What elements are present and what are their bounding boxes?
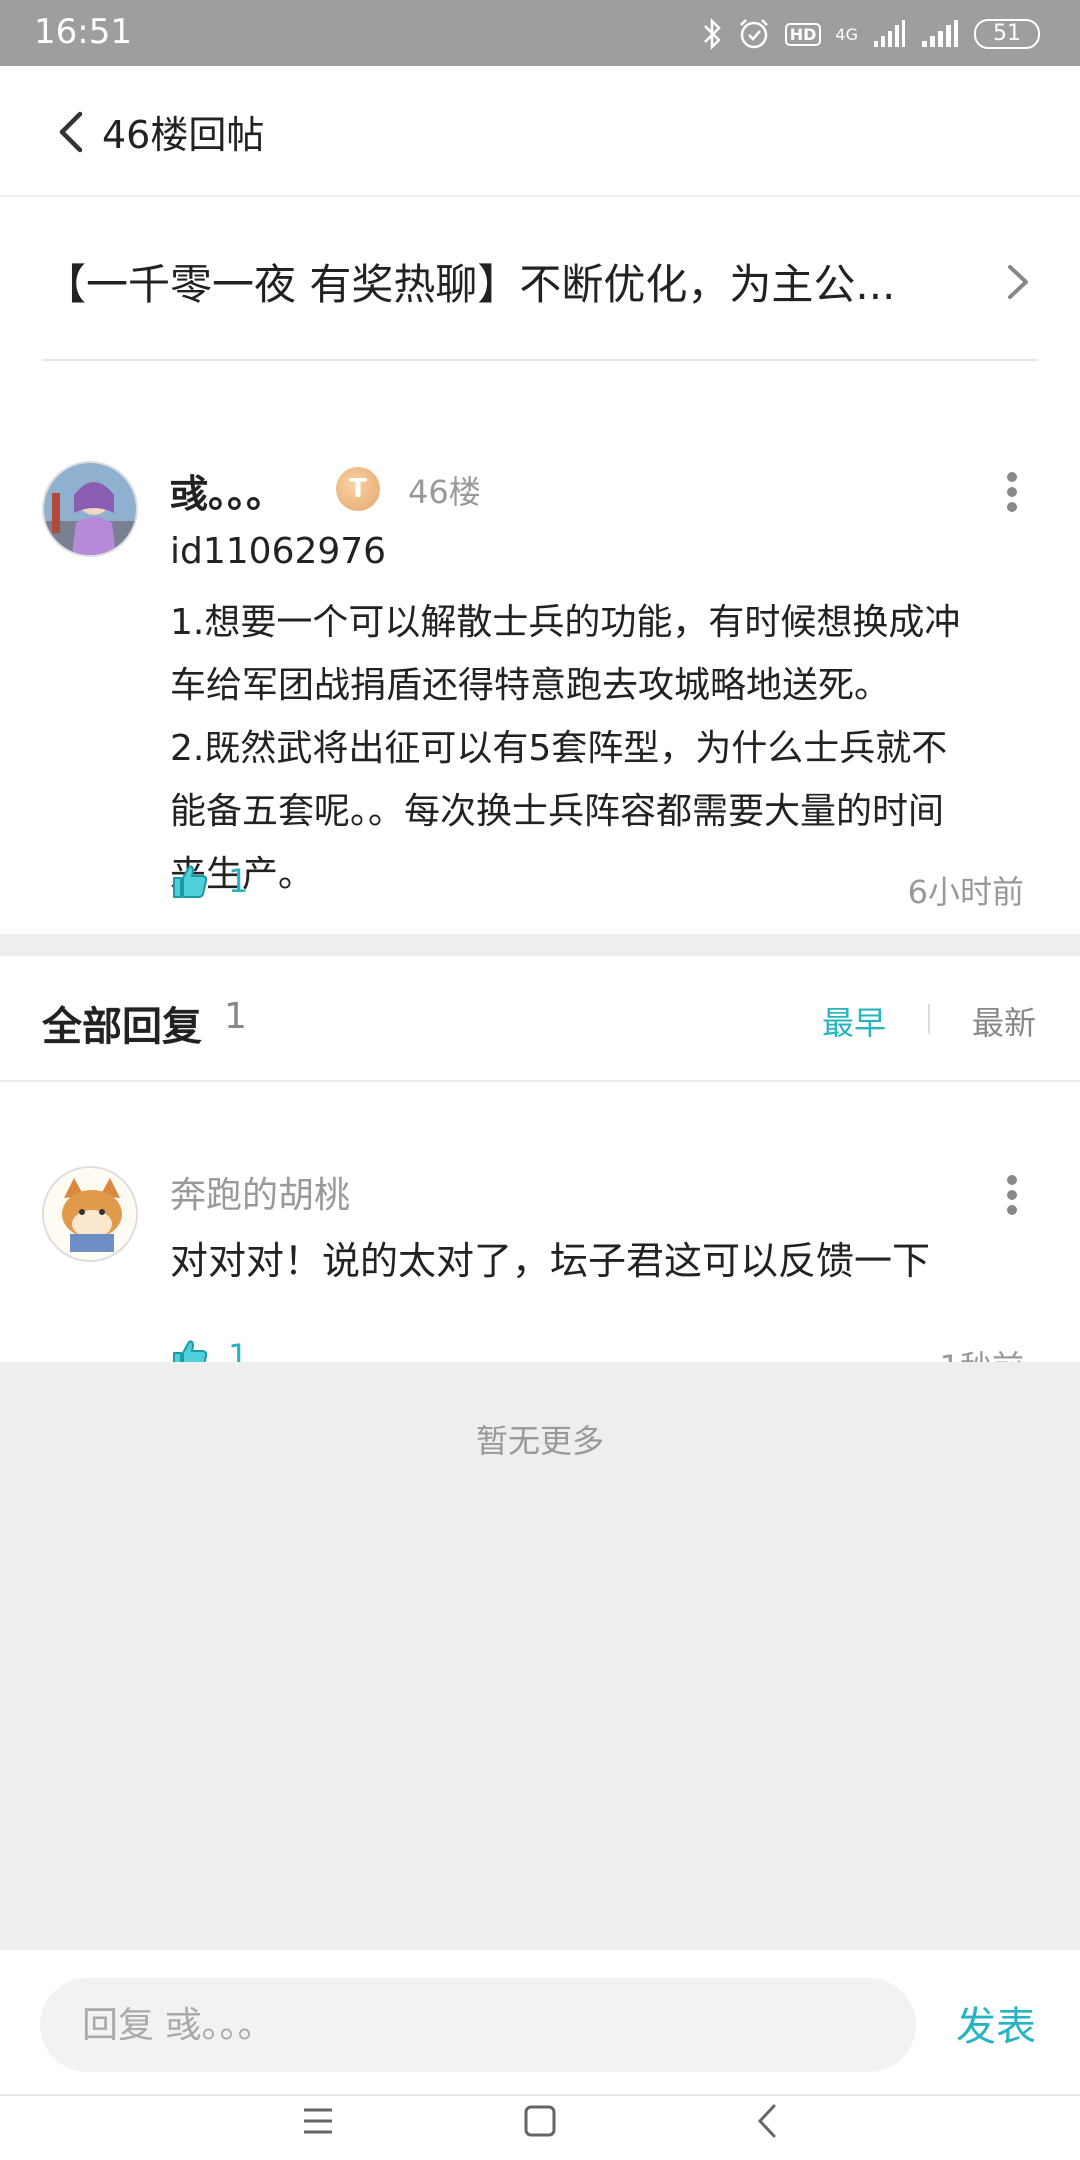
more-options-icon[interactable] — [1002, 467, 1022, 517]
nav-back-icon[interactable] — [738, 2096, 798, 2146]
alarm-icon — [739, 19, 768, 49]
battery-icon: 51 — [974, 19, 1040, 49]
status-icons: HD 4G 51 — [701, 14, 1040, 54]
signal-icon — [874, 20, 905, 47]
hd-icon: HD — [784, 22, 822, 46]
post-user-id: id11062976 — [170, 531, 387, 572]
more-options-icon[interactable] — [1002, 1170, 1022, 1220]
no-more-text: 暂无更多 — [475, 1422, 604, 1460]
send-button[interactable]: 发表 — [956, 1994, 1036, 2052]
post-line: 2.既然武将出征可以有5套阵型，为什么士兵就不 — [170, 728, 948, 769]
thread-title: 【一千零一夜 有奖热聊】不断优化，为主公... — [44, 260, 896, 309]
post-line: 车给军团战捐盾还得特意跑去攻城略地送死。 — [170, 665, 891, 706]
post-author[interactable]: 彧。。。 — [170, 463, 284, 518]
status-time: 16:51 — [34, 12, 132, 52]
section-gap — [0, 934, 1080, 956]
level-badge: T — [336, 467, 380, 511]
original-post: 彧。。。 T 46楼 id11062976 1.想要一个可以解散士兵的功能，有时… — [0, 361, 1080, 934]
sort-latest-tab[interactable]: 最新 — [972, 998, 1036, 1044]
like-count: 1 — [228, 862, 249, 900]
post-body: 1.想要一个可以解散士兵的功能，有时候想换成冲 车给军团战捐盾还得特意跑去攻城略… — [170, 591, 1040, 906]
replies-header: 全部回复 1 最早 最新 — [0, 956, 1080, 1082]
back-icon[interactable] — [48, 106, 98, 158]
sort-divider — [928, 1004, 930, 1034]
page-title: 46楼回帖 — [102, 113, 265, 157]
like-button[interactable]: 1 — [170, 861, 248, 901]
avatar[interactable] — [42, 1166, 138, 1262]
post-line: 1.想要一个可以解散士兵的功能，有时候想换成冲 — [170, 602, 961, 643]
compose-bar: 发表 — [0, 1950, 1080, 2096]
post-line: 能备五套呢。。每次换士兵阵容都需要大量的时间 — [170, 791, 945, 832]
system-nav-bar — [0, 2096, 1080, 2160]
header: 46楼回帖 — [0, 66, 1080, 197]
network-type: 4G — [835, 24, 858, 44]
thumbs-up-icon — [173, 865, 208, 898]
empty-area: 暂无更多 — [0, 1362, 1080, 1950]
reply-body: 对对对！说的太对了，坛子君这可以反馈一下 — [170, 1239, 931, 1283]
chevron-right-icon — [1008, 265, 1028, 299]
avatar[interactable] — [42, 461, 138, 557]
sort-earliest-tab[interactable]: 最早 — [822, 998, 886, 1044]
replies-title: 全部回复 — [42, 1004, 202, 1050]
signal-icon-2 — [922, 20, 958, 47]
bluetooth-icon — [703, 17, 721, 51]
menu-icon[interactable] — [288, 2096, 348, 2146]
replies-count: 1 — [224, 996, 247, 1037]
status-bar: 16:51 HD 4G 51 — [0, 0, 1080, 66]
post-time: 6小时前 — [907, 873, 1024, 911]
reply-input[interactable] — [40, 1978, 916, 2072]
floor-number: 46楼 — [408, 473, 481, 511]
app-panel: 46楼回帖 【一千零一夜 有奖热聊】不断优化，为主公... 彧。。。 T 46楼… — [0, 66, 1080, 2160]
home-icon[interactable] — [510, 2096, 570, 2146]
reply-author[interactable]: 奔跑的胡桃 — [170, 1166, 350, 1218]
thread-link[interactable]: 【一千零一夜 有奖热聊】不断优化，为主公... — [0, 199, 1080, 359]
